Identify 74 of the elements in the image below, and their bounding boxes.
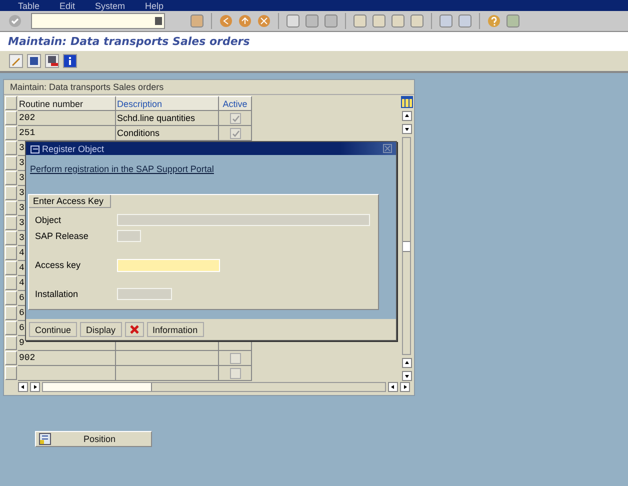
scroll-up-icon[interactable] — [402, 111, 412, 121]
select-all-button[interactable] — [5, 96, 17, 110]
scroll-right-icon[interactable] — [400, 382, 410, 392]
scroll-up-icon[interactable] — [402, 358, 412, 368]
field-label: Installation — [35, 289, 80, 299]
scroll-down-icon[interactable] — [402, 371, 412, 381]
cancel-button[interactable] — [124, 322, 144, 337]
row-selector[interactable] — [5, 111, 17, 125]
clipboard-icon[interactable] — [153, 15, 164, 27]
row-selector[interactable] — [5, 246, 17, 260]
position-button[interactable]: Position — [35, 431, 152, 447]
access-key-field[interactable] — [117, 258, 220, 272]
checkbox[interactable] — [230, 128, 240, 138]
group-title: Enter Access Key — [29, 195, 111, 208]
dialog-button[interactable]: Continue — [29, 322, 78, 337]
scroll-thumb[interactable] — [43, 383, 152, 391]
row-selector[interactable] — [5, 261, 17, 275]
menu-item[interactable]: System — [95, 0, 126, 10]
row-selector[interactable] — [5, 156, 17, 170]
table-title: Maintain: Data transports Sales orders — [4, 80, 414, 95]
checkbox[interactable] — [230, 352, 240, 364]
info-icon[interactable] — [63, 54, 77, 68]
field-label: Access key — [35, 260, 82, 270]
cancel-icon[interactable] — [257, 14, 271, 28]
dialog-button[interactable]: Information — [146, 322, 204, 337]
field-label: Object — [35, 215, 62, 225]
display-field — [117, 230, 141, 242]
dialog-button[interactable]: Display — [80, 322, 122, 337]
row-selector[interactable] — [5, 126, 17, 140]
checkbox[interactable] — [230, 112, 240, 124]
dialog-title: Register Object — [42, 144, 106, 154]
table-cell: Schd.line quantities — [116, 111, 219, 126]
exit-icon[interactable] — [238, 14, 252, 28]
vertical-scrollbar[interactable] — [402, 137, 411, 355]
column-settings-icon[interactable] — [400, 96, 412, 108]
close-icon[interactable] — [383, 144, 392, 153]
back-icon[interactable] — [219, 14, 233, 28]
row-selector[interactable] — [5, 141, 17, 155]
menu-item[interactable]: Help — [145, 0, 164, 10]
row-selector[interactable] — [5, 201, 17, 215]
column-header[interactable]: Active — [219, 96, 252, 111]
row-selector[interactable] — [5, 306, 17, 320]
scroll-thumb[interactable] — [403, 240, 410, 252]
horizontal-scrollbar[interactable] — [42, 382, 386, 392]
row-selector[interactable] — [5, 276, 17, 290]
help-icon[interactable] — [487, 14, 501, 28]
position-icon — [39, 433, 51, 445]
display-field — [117, 288, 172, 300]
table-cell: 902 — [18, 351, 116, 366]
scroll-left-icon[interactable] — [18, 382, 28, 392]
row-selector[interactable] — [5, 336, 17, 350]
row-selector[interactable] — [5, 171, 17, 185]
row-selector[interactable] — [5, 186, 17, 200]
scroll-down-icon[interactable] — [402, 124, 412, 134]
checkbox[interactable] — [230, 368, 240, 378]
check-icon[interactable] — [8, 14, 22, 28]
dialog-icon — [30, 144, 40, 154]
row-selector[interactable] — [5, 231, 17, 245]
menu-item[interactable]: Table — [18, 0, 40, 10]
screen-title: Maintain: Data transports Sales orders — [8, 34, 250, 50]
column-header[interactable]: Description — [116, 96, 219, 111]
row-selector[interactable] — [5, 321, 17, 335]
row-selector[interactable] — [5, 351, 17, 365]
table-cell: 202 — [18, 111, 116, 126]
cross-icon — [128, 324, 140, 335]
menu-item[interactable]: Edit — [60, 0, 76, 10]
row-selector[interactable] — [5, 291, 17, 305]
command-field[interactable] — [31, 13, 165, 29]
scroll-left-icon[interactable] — [388, 382, 398, 392]
field-label: SAP Release — [35, 231, 90, 241]
row-selector[interactable] — [5, 216, 17, 230]
column-header[interactable]: Routine number — [18, 96, 116, 111]
pencil-icon[interactable] — [9, 54, 23, 68]
scroll-right-icon[interactable] — [30, 382, 40, 392]
